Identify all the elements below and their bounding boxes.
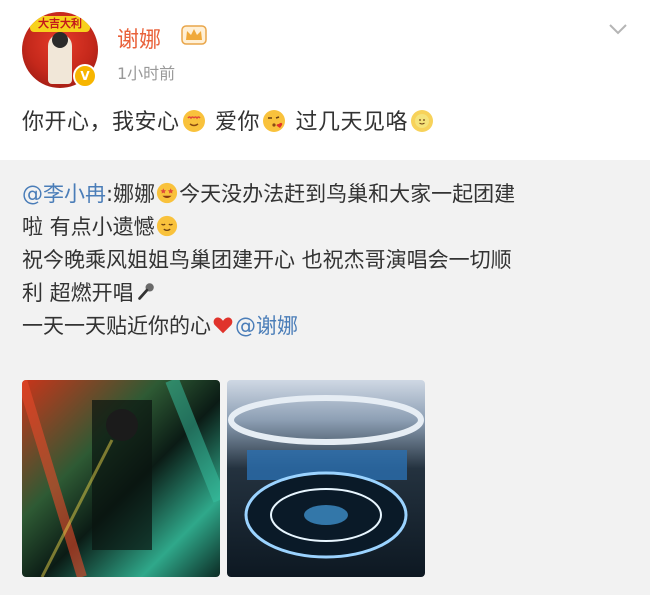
concert-poster-image[interactable] (22, 380, 220, 577)
repost-line: 利 超燃开唱 (22, 277, 632, 310)
repost-mention-xiena[interactable]: @谢娜 (235, 314, 298, 338)
avatar-person (48, 32, 72, 84)
concert-poster-art (22, 380, 220, 577)
repost-fragment: 啦 有点小遗憾 (22, 215, 155, 239)
post-text-part: 你开心，我安心 (22, 110, 180, 135)
repost-author-mention[interactable]: @李小冉 (22, 182, 106, 206)
relieved-emoji (156, 215, 177, 237)
post-header: 大吉大利 V 谢娜 1小时前 你开心，我安心 爱你 过几天见咯 (0, 0, 650, 160)
crown-badge-icon (181, 25, 207, 45)
repost-fragment: 今天没办法赶到鸟巢和大家一起团建 (179, 182, 516, 206)
heart-eyes-emoji (182, 110, 205, 132)
post-text-part: 爱你 (215, 110, 261, 135)
verified-badge: V (73, 64, 97, 88)
repost-line: 一天一天贴近你的心 @谢娜 (22, 310, 632, 343)
repost-line: @李小冉:娜娜 今天没办法赶到鸟巢和大家一起团建 (22, 178, 632, 211)
repost-fragment: 利 超燃开唱 (22, 281, 134, 305)
kiss-emoji (263, 110, 286, 132)
star-struck-emoji (156, 182, 178, 204)
repost-line: 啦 有点小遗憾 (22, 211, 632, 244)
repost-fragment: 祝今晚乘风姐姐鸟巢团建开心 也祝杰哥演唱会一切顺 (22, 248, 512, 272)
repost-card[interactable]: @李小冉:娜娜 今天没办法赶到鸟巢和大家一起团建 啦 有点小遗憾 祝今晚乘风姐姐鸟… (0, 160, 650, 595)
red-heart-emoji (213, 317, 233, 334)
stadium-stage-image[interactable] (227, 380, 425, 577)
chevron-down-icon[interactable] (608, 22, 628, 36)
stadium-stage-art (228, 395, 424, 559)
avatar-banner: 大吉大利 (30, 16, 90, 32)
repost-text: @李小冉:娜娜 今天没办法赶到鸟巢和大家一起团建 啦 有点小遗憾 祝今晚乘风姐姐鸟… (22, 178, 632, 343)
repost-fragment: 一天一天贴近你的心 (22, 314, 211, 338)
username[interactable]: 谢娜 (117, 22, 161, 54)
sun-emoji (411, 110, 434, 132)
post-time: 1小时前 (117, 64, 176, 83)
post-text-part: 过几天见咯 (295, 110, 409, 135)
repost-line: 祝今晚乘风姐姐鸟巢团建开心 也祝杰哥演唱会一切顺 (22, 244, 632, 277)
post-text: 你开心，我安心 爱你 过几天见咯 (22, 104, 436, 136)
microphone-emoji (137, 283, 154, 300)
repost-fragment: :娜娜 (106, 182, 156, 206)
